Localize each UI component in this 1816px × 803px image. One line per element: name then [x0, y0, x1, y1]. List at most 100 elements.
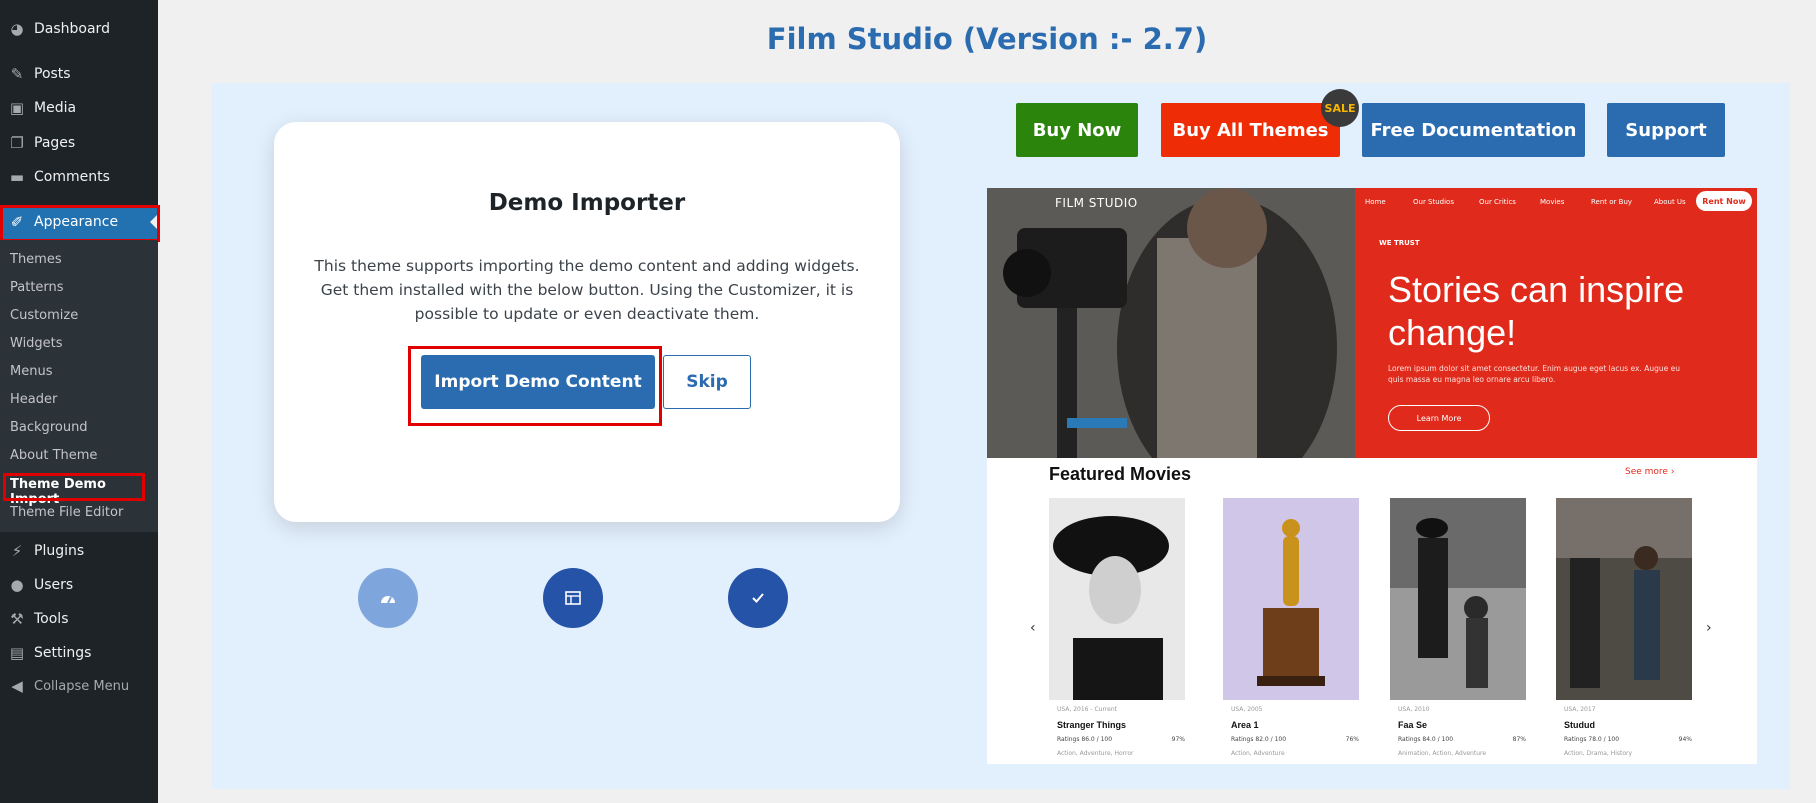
submenu-patterns[interactable]: Patterns	[10, 280, 64, 295]
movie-meta: USA, 2017	[1564, 706, 1596, 713]
menu-label: Dashboard	[34, 21, 110, 37]
movie-rating: Ratings 78.0 / 100	[1564, 736, 1620, 743]
movie-percent: 87%	[1512, 736, 1526, 743]
appearance-highlight	[0, 205, 160, 242]
movie-genre: Action, Adventure	[1231, 750, 1285, 757]
learn-more-button[interactable]: Learn More	[1388, 405, 1490, 431]
step-3-check-icon	[728, 568, 788, 628]
comment-icon: ▬	[9, 168, 25, 186]
preview-nav-studios[interactable]: Our Studios	[1413, 198, 1454, 206]
menu-label: Settings	[34, 645, 92, 661]
featured-movies-title: Featured Movies	[1049, 464, 1192, 484]
importer-description: This theme supports importing the demo c…	[314, 257, 860, 323]
importer-title: Demo Importer	[488, 190, 686, 216]
menu-posts[interactable]: ✎ Posts	[0, 57, 158, 91]
submenu-background[interactable]: Background	[10, 420, 88, 435]
skip-button[interactable]: Skip	[663, 355, 751, 409]
submenu-themes[interactable]: Themes	[10, 252, 62, 267]
submenu-header[interactable]: Header	[10, 392, 57, 407]
movie-title: Studud	[1564, 720, 1595, 730]
preview-nav-rent-buy[interactable]: Rent or Buy	[1591, 198, 1632, 206]
submenu-menus[interactable]: Menus	[10, 364, 52, 379]
hero-eyebrow: WE TRUST	[1379, 239, 1420, 247]
menu-media[interactable]: ▣ Media	[0, 91, 158, 125]
movie-genre: Animation, Action, Adventure	[1398, 750, 1487, 757]
movie-poster	[1049, 498, 1185, 700]
admin-sidebar: ◕ Dashboard ✎ Posts ▣ Media ❐ Pages ▬ Co…	[0, 0, 160, 803]
submenu-about-theme[interactable]: About Theme	[10, 448, 97, 463]
movie-genre: Action, Adventure, Horror	[1057, 750, 1134, 757]
plug-icon: ⚡	[11, 542, 23, 560]
buy-now-button[interactable]: Buy Now	[1016, 103, 1138, 157]
menu-users[interactable]: ● Users	[0, 568, 158, 602]
preview-logo: FILM STUDIO	[1055, 196, 1138, 210]
movie-meta: USA, 2016 - Current	[1057, 706, 1118, 713]
hero-heading: Stories can inspire change!	[1388, 269, 1685, 353]
see-more-label: See more	[1625, 467, 1668, 477]
step-2-table-icon	[543, 568, 603, 628]
support-button[interactable]: Support	[1607, 103, 1725, 157]
user-icon: ●	[10, 576, 24, 594]
movie-percent: 94%	[1678, 736, 1692, 743]
movie-card[interactable]: USA, 2005 Area 1 Ratings 82.0 / 100 76% …	[1223, 498, 1359, 764]
menu-label: Media	[34, 100, 77, 116]
movie-card[interactable]: USA, 2010 Faa Se Ratings 84.0 / 100 87% …	[1390, 498, 1526, 764]
pin-icon: ✎	[10, 65, 24, 83]
movie-percent: 97%	[1171, 736, 1185, 743]
submenu-theme-file-editor[interactable]: Theme File Editor	[10, 505, 123, 520]
movie-rating: Ratings 84.0 / 100	[1398, 736, 1454, 743]
carousel-prev-icon[interactable]: ‹	[1030, 620, 1036, 636]
submenu-customize[interactable]: Customize	[10, 308, 78, 323]
wrench-icon: ⚒	[10, 610, 24, 628]
hero-photo	[987, 188, 1355, 458]
movie-genre: Action, Drama, History	[1564, 750, 1633, 757]
movie-meta: USA, 2005	[1231, 706, 1263, 713]
menu-dashboard[interactable]: ◕ Dashboard	[0, 12, 158, 46]
sale-badge: SALE	[1321, 89, 1359, 127]
menu-comments[interactable]: ▬ Comments	[0, 160, 158, 194]
carousel-next-icon[interactable]: ›	[1706, 620, 1712, 636]
pages-icon: ❐	[10, 134, 24, 152]
submenu-widgets[interactable]: Widgets	[10, 336, 63, 351]
settings-icon: ▤	[9, 644, 25, 662]
movie-poster	[1556, 498, 1692, 700]
movie-card[interactable]: USA, 2016 - Current Stranger Things Rati…	[1049, 498, 1185, 764]
collapse-label: Collapse Menu	[34, 678, 130, 694]
movie-card[interactable]: USA, 2017 Studud Ratings 78.0 / 100 94% …	[1556, 498, 1692, 764]
menu-plugins[interactable]: ⚡ Plugins	[0, 534, 158, 568]
preview-nav-movies[interactable]: Movies	[1540, 198, 1564, 206]
dashboard-icon: ◕	[10, 20, 24, 38]
movie-title: Area 1	[1231, 720, 1259, 730]
preview-nav-home[interactable]: Home	[1365, 198, 1386, 206]
menu-label: Users	[34, 577, 74, 593]
page-title: Film Studio (Version :- 2.7)	[766, 22, 1208, 56]
movie-poster	[1223, 498, 1359, 700]
menu-label: Posts	[34, 66, 71, 82]
menu-label: Plugins	[34, 543, 85, 559]
menu-settings[interactable]: ▤ Settings	[0, 636, 158, 670]
collapse-icon: ◀	[11, 677, 23, 695]
preview-nav-about[interactable]: About Us	[1654, 198, 1686, 206]
menu-label: Comments	[34, 169, 110, 185]
buy-all-themes-button[interactable]: Buy All Themes	[1161, 103, 1340, 157]
movie-poster	[1390, 498, 1526, 700]
rent-now-button[interactable]: Rent Now	[1696, 191, 1752, 211]
media-icon: ▣	[9, 99, 25, 117]
demo-import-highlight	[3, 473, 145, 501]
chevron-right-icon: ›	[1670, 467, 1675, 477]
menu-label: Pages	[34, 135, 76, 151]
menu-pages[interactable]: ❐ Pages	[0, 126, 158, 160]
free-documentation-button[interactable]: Free Documentation	[1362, 103, 1585, 157]
preview-nav-critics[interactable]: Our Critics	[1479, 198, 1516, 206]
demo-importer-card: Demo Importer This theme supports import…	[274, 122, 900, 522]
movie-title: Faa Se	[1398, 720, 1428, 730]
collapse-menu[interactable]: ◀ Collapse Menu	[0, 669, 158, 703]
import-button-highlight	[408, 346, 662, 426]
movie-meta: USA, 2010	[1398, 706, 1430, 713]
see-more-link[interactable]: See more ›	[1625, 467, 1674, 477]
movie-rating: Ratings 86.0 / 100	[1057, 736, 1113, 743]
theme-preview: FILM STUDIO Home Our Studios Our Critics…	[987, 188, 1757, 764]
menu-label: Tools	[34, 611, 69, 627]
step-1-gauge-icon	[358, 568, 418, 628]
menu-tools[interactable]: ⚒ Tools	[0, 602, 158, 636]
